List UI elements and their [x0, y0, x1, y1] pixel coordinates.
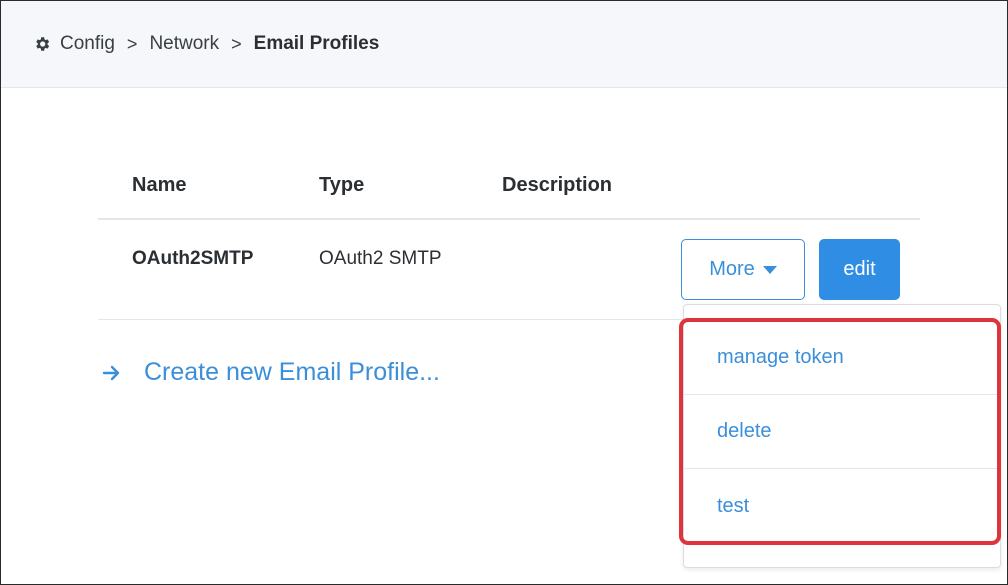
column-header-name: Name — [132, 174, 187, 196]
menu-item-delete[interactable]: delete — [684, 395, 1000, 469]
dropdown-list: manage token delete test — [684, 321, 1000, 543]
email-profiles-table: Name Type Description OAuth2SMTP OAuth2 … — [98, 158, 920, 320]
more-button-label: More — [709, 258, 755, 280]
more-button[interactable]: More — [681, 239, 805, 300]
menu-item-manage-token[interactable]: manage token — [684, 321, 1000, 395]
create-email-profile-link[interactable]: Create new Email Profile... — [102, 358, 440, 387]
breadcrumb-item-config[interactable]: Config — [60, 33, 115, 55]
breadcrumb-separator: > — [231, 33, 242, 54]
menu-item-test[interactable]: test — [684, 469, 1000, 543]
more-dropdown-menu: manage token delete test — [683, 304, 1001, 568]
create-link-label: Create new Email Profile... — [144, 358, 440, 386]
edit-button-label: edit — [843, 258, 876, 280]
table-header-row: Name Type Description — [98, 158, 920, 220]
profile-name: OAuth2SMTP — [132, 248, 254, 269]
profile-type: OAuth2 SMTP — [319, 248, 442, 269]
breadcrumb-item-network[interactable]: Network — [149, 33, 219, 55]
column-header-description: Description — [502, 174, 613, 196]
column-header-type: Type — [319, 174, 365, 196]
breadcrumb: Config > Network > Email Profiles — [1, 1, 1007, 88]
page-title: Email Profiles — [253, 33, 380, 54]
gear-icon — [36, 37, 50, 51]
caret-down-icon — [762, 265, 777, 274]
edit-button[interactable]: edit — [819, 239, 900, 300]
arrow-right-icon — [102, 365, 120, 380]
breadcrumb-separator: > — [126, 33, 138, 54]
